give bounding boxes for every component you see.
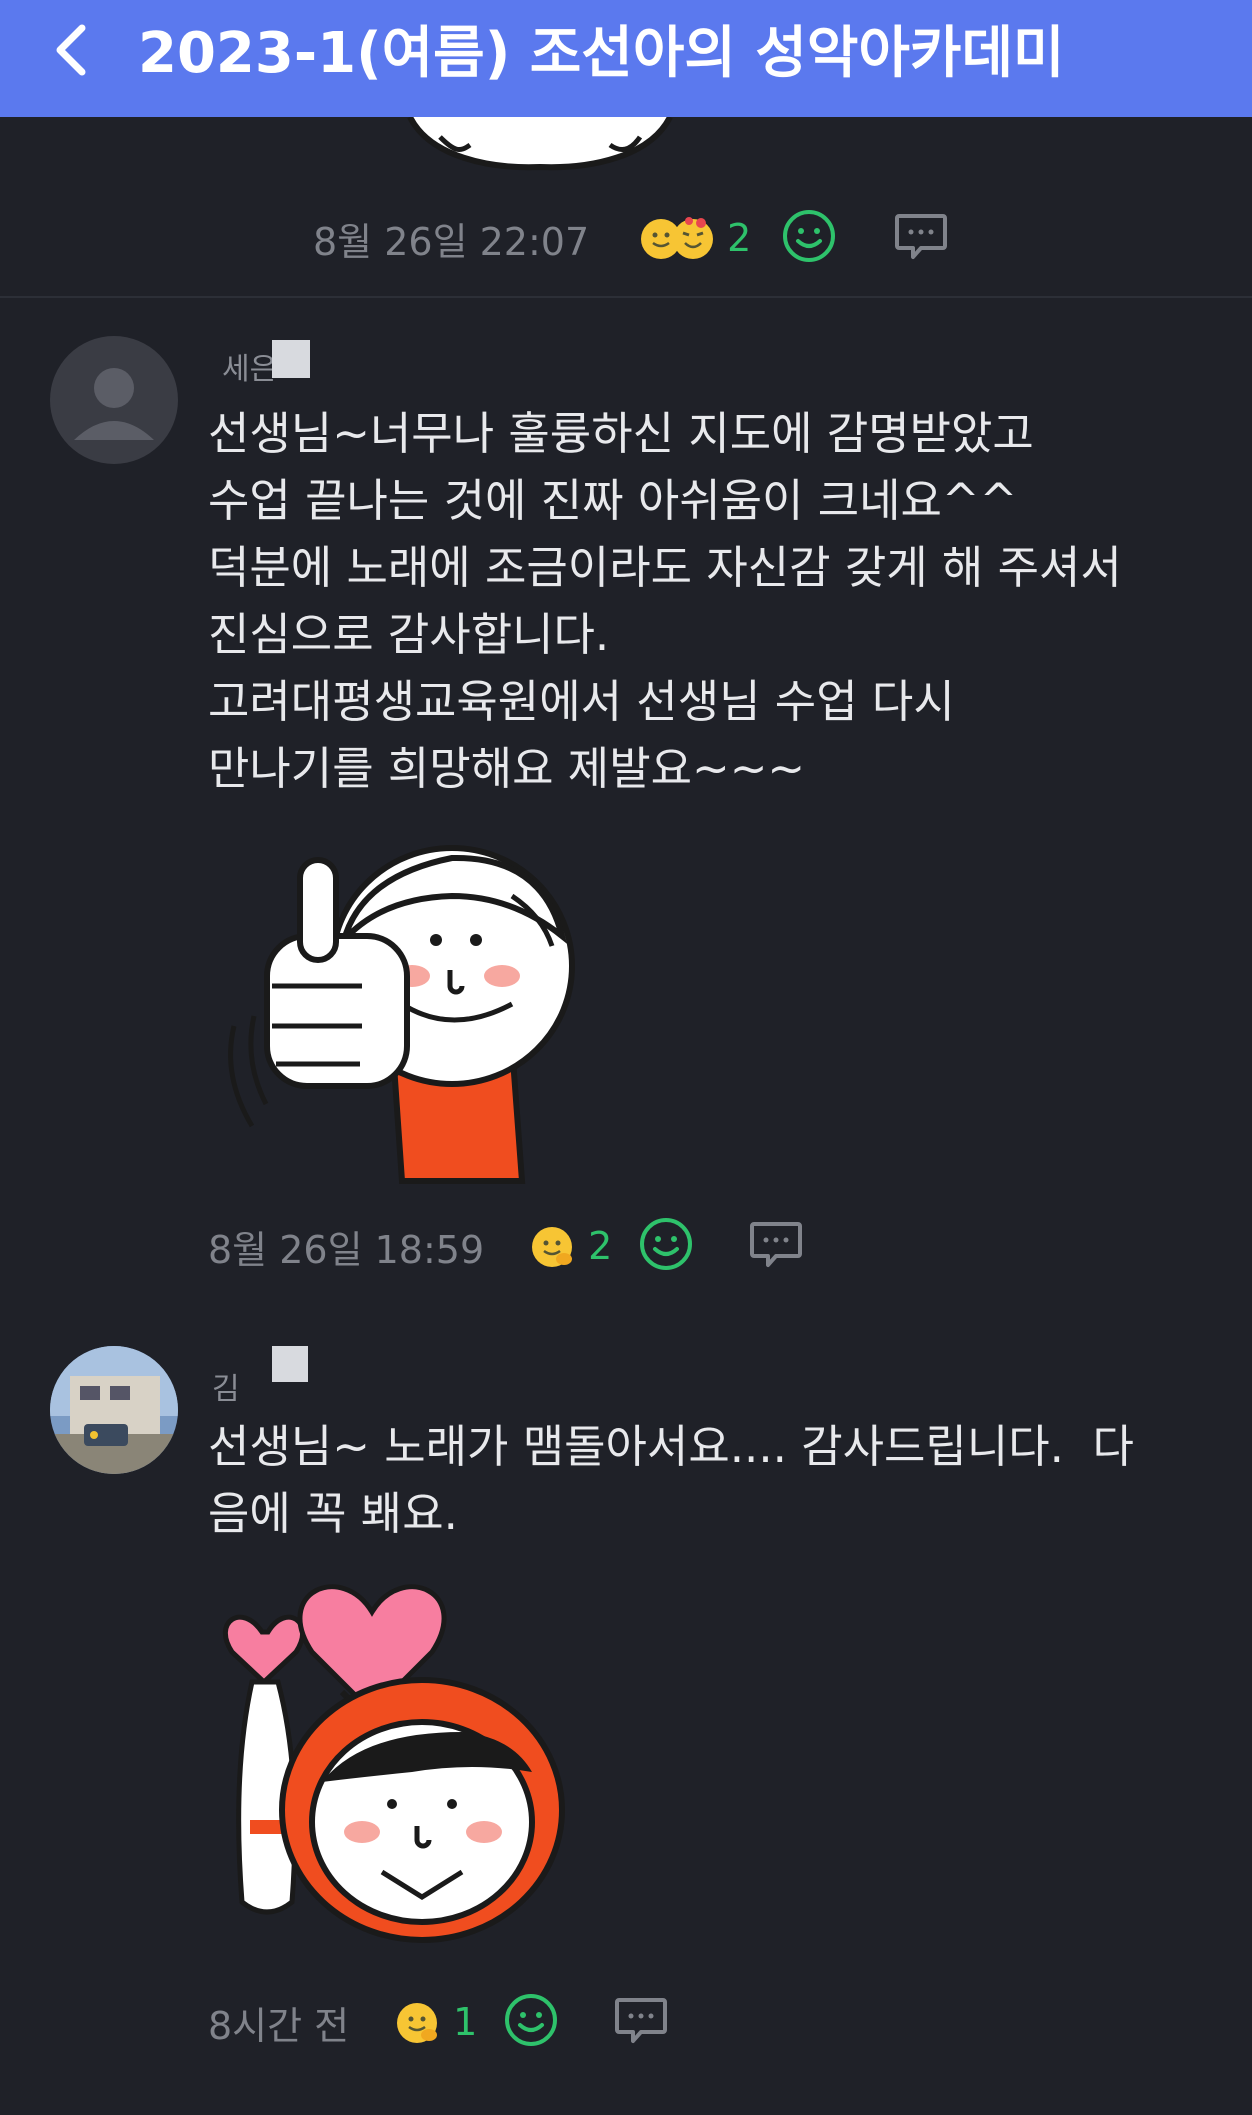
reaction-count: 2 [727, 216, 752, 260]
section-divider [0, 296, 1252, 298]
comment-meta-row: 8월 26일 18:59 2 [208, 1216, 804, 1276]
reaction-emojis[interactable] [637, 213, 717, 263]
hugging-face-icon [532, 1227, 573, 1267]
comment-body: 선생님~너무나 훌륭하신 지도에 감명받았고 수업 끝나는 것에 진짜 아쉬움이… [208, 407, 1122, 795]
building-photo-icon [50, 1346, 178, 1474]
add-reaction-smiley-icon[interactable] [781, 208, 837, 268]
comment-author-name: 세은 [222, 352, 278, 387]
page-title: 2023-1(여름) 조선아의 성악아카데미 [138, 21, 1065, 86]
back-chevron-icon[interactable] [48, 20, 98, 80]
name-redaction [272, 1346, 308, 1382]
comment-author-name: 김 [212, 1372, 240, 1407]
reply-comment-icon[interactable] [893, 208, 949, 268]
add-reaction-smiley-icon[interactable] [503, 1992, 559, 2052]
avatar[interactable] [50, 336, 178, 464]
comment-timestamp: 8시간 전 [208, 2003, 350, 2048]
heart-sticker [212, 1572, 612, 1966]
thumbs-up-sticker [212, 836, 582, 1190]
post-timestamp: 8월 26일 22:07 [313, 219, 590, 264]
hugging-face-icon [397, 2003, 438, 2043]
reaction-count: 1 [453, 2000, 478, 2044]
default-user-icon [74, 368, 154, 440]
reaction-count: 2 [588, 1224, 613, 1268]
avatar[interactable] [50, 1346, 178, 1474]
comment-body: 선생님~ 노래가 맴돌아서요.... 감사드립니다. 다 음에 꼭 봬요. [208, 1420, 1134, 1540]
previous-sticker-partial [400, 117, 680, 177]
top-bar: 2023-1(여름) 조선아의 성악아카데미 [0, 0, 1252, 117]
reply-comment-icon[interactable] [748, 1216, 804, 1276]
reply-comment-icon[interactable] [613, 1992, 669, 2052]
post-meta-row: 8월 26일 22:07 2 [313, 208, 949, 268]
reaction-emojis[interactable] [528, 1221, 578, 1271]
comment-meta-row: 8시간 전 1 [208, 1992, 669, 2052]
reaction-emojis[interactable] [393, 1997, 443, 2047]
name-redaction [272, 340, 310, 378]
hugging-face-icon [641, 217, 714, 259]
add-reaction-smiley-icon[interactable] [638, 1216, 694, 1276]
comment-timestamp: 8월 26일 18:59 [208, 1227, 485, 1272]
